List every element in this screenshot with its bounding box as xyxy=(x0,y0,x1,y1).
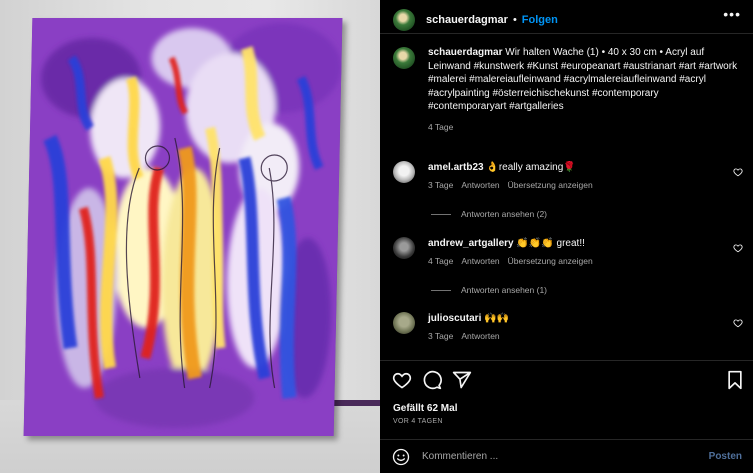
comment-body: julioscutari 🙌🙌 3 Tage Antworten xyxy=(428,312,723,341)
comment-meta: 3 Tage Antworten xyxy=(428,331,723,341)
caption-author-avatar[interactable] xyxy=(393,47,415,69)
comment-content: 👏👏👏 great!! xyxy=(516,238,585,249)
post-caption: schauerdagmar Wir halten Wache (1) • 40 … xyxy=(393,46,743,132)
post-side-panel: schauerdagmar • Folgen ••• schauerdagmar… xyxy=(380,0,753,473)
likes-count[interactable]: Gefällt 62 Mal xyxy=(393,403,457,414)
actions-divider xyxy=(380,360,753,361)
comment-text: amel.artb23 👌really amazing🌹 xyxy=(428,161,723,174)
view-replies-label: Antworten ansehen (2) xyxy=(461,209,547,219)
view-replies-button[interactable]: Antworten ansehen (2) xyxy=(431,209,547,219)
replies-line xyxy=(431,213,451,215)
commenter-avatar[interactable] xyxy=(393,312,415,334)
comment-like-heart-icon[interactable] xyxy=(733,318,743,328)
comment-bubble-icon[interactable] xyxy=(422,370,442,390)
comment-body: amel.artb23 👌really amazing🌹 3 Tage Antw… xyxy=(428,161,723,190)
bookmark-icon[interactable] xyxy=(725,370,745,390)
comment-body: andrew_artgallery 👏👏👏 great!! 4 Tage Ant… xyxy=(428,237,723,266)
translate-button[interactable]: Übersetzung anzeigen xyxy=(508,180,593,190)
commenter-username[interactable]: julioscutari xyxy=(428,313,481,324)
comment-item: julioscutari 🙌🙌 3 Tage Antworten xyxy=(393,312,743,341)
reply-button[interactable]: Antworten xyxy=(461,180,499,190)
commenter-username[interactable]: amel.artb23 xyxy=(428,162,484,173)
comment-content: 👌really amazing🌹 xyxy=(486,162,576,173)
reply-button[interactable]: Antworten xyxy=(461,331,499,341)
caption-body: schauerdagmar Wir halten Wache (1) • 40 … xyxy=(428,46,738,132)
abstract-painting xyxy=(23,18,343,436)
commenter-avatar[interactable] xyxy=(393,237,415,259)
post-comment-button[interactable]: Posten xyxy=(709,451,742,462)
action-bar xyxy=(392,370,742,392)
author-username[interactable]: schauerdagmar xyxy=(426,14,508,26)
post-age: VOR 4 TAGEN xyxy=(393,418,443,425)
post-header: schauerdagmar • Folgen ••• xyxy=(380,0,753,31)
header-divider xyxy=(380,33,753,34)
commenter-avatar[interactable] xyxy=(393,161,415,183)
comment-like-heart-icon[interactable] xyxy=(733,243,743,253)
comment-time: 3 Tage xyxy=(428,331,454,341)
comment-time: 3 Tage xyxy=(428,180,454,190)
comment-row: amel.artb23 👌really amazing🌹 3 Tage Antw… xyxy=(393,161,743,190)
separator-dot: • xyxy=(512,14,517,26)
comment-item: amel.artb23 👌really amazing🌹 3 Tage Antw… xyxy=(393,161,743,190)
comment-input[interactable] xyxy=(422,451,692,462)
comment-text: julioscutari 🙌🙌 xyxy=(428,312,723,325)
caption-text: schauerdagmar Wir halten Wache (1) • 40 … xyxy=(428,46,738,114)
view-replies-button[interactable]: Antworten ansehen (1) xyxy=(431,285,547,295)
like-heart-icon[interactable] xyxy=(392,370,412,390)
translate-button[interactable]: Übersetzung anzeigen xyxy=(508,256,593,266)
replies-line xyxy=(431,289,451,291)
view-replies-label: Antworten ansehen (1) xyxy=(461,285,547,295)
comment-like-heart-icon[interactable] xyxy=(733,167,743,177)
comment-composer: Posten xyxy=(380,440,753,473)
painting-canvas xyxy=(23,18,343,436)
author-avatar[interactable] xyxy=(393,9,415,31)
comment-text: andrew_artgallery 👏👏👏 great!! xyxy=(428,237,723,250)
post-image[interactable] xyxy=(0,0,380,473)
follow-button[interactable]: Folgen xyxy=(522,14,558,26)
reply-button[interactable]: Antworten xyxy=(461,256,499,266)
commenter-username[interactable]: andrew_artgallery xyxy=(428,238,514,249)
comment-row: andrew_artgallery 👏👏👏 great!! 4 Tage Ant… xyxy=(393,237,743,266)
caption-username[interactable]: schauerdagmar xyxy=(428,47,502,58)
comment-content: 🙌🙌 xyxy=(484,313,510,324)
emoji-smiley-icon[interactable] xyxy=(392,448,410,466)
comment-row: julioscutari 🙌🙌 3 Tage Antworten xyxy=(393,312,743,341)
caption-time: 4 Tage xyxy=(428,121,454,132)
comment-time: 4 Tage xyxy=(428,256,454,266)
comment-meta: 4 Tage Antworten Übersetzung anzeigen xyxy=(428,256,723,266)
more-options-icon[interactable]: ••• xyxy=(723,7,741,21)
comment-meta: 3 Tage Antworten Übersetzung anzeigen xyxy=(428,180,723,190)
share-send-icon[interactable] xyxy=(452,370,472,390)
comment-item: andrew_artgallery 👏👏👏 great!! 4 Tage Ant… xyxy=(393,237,743,266)
